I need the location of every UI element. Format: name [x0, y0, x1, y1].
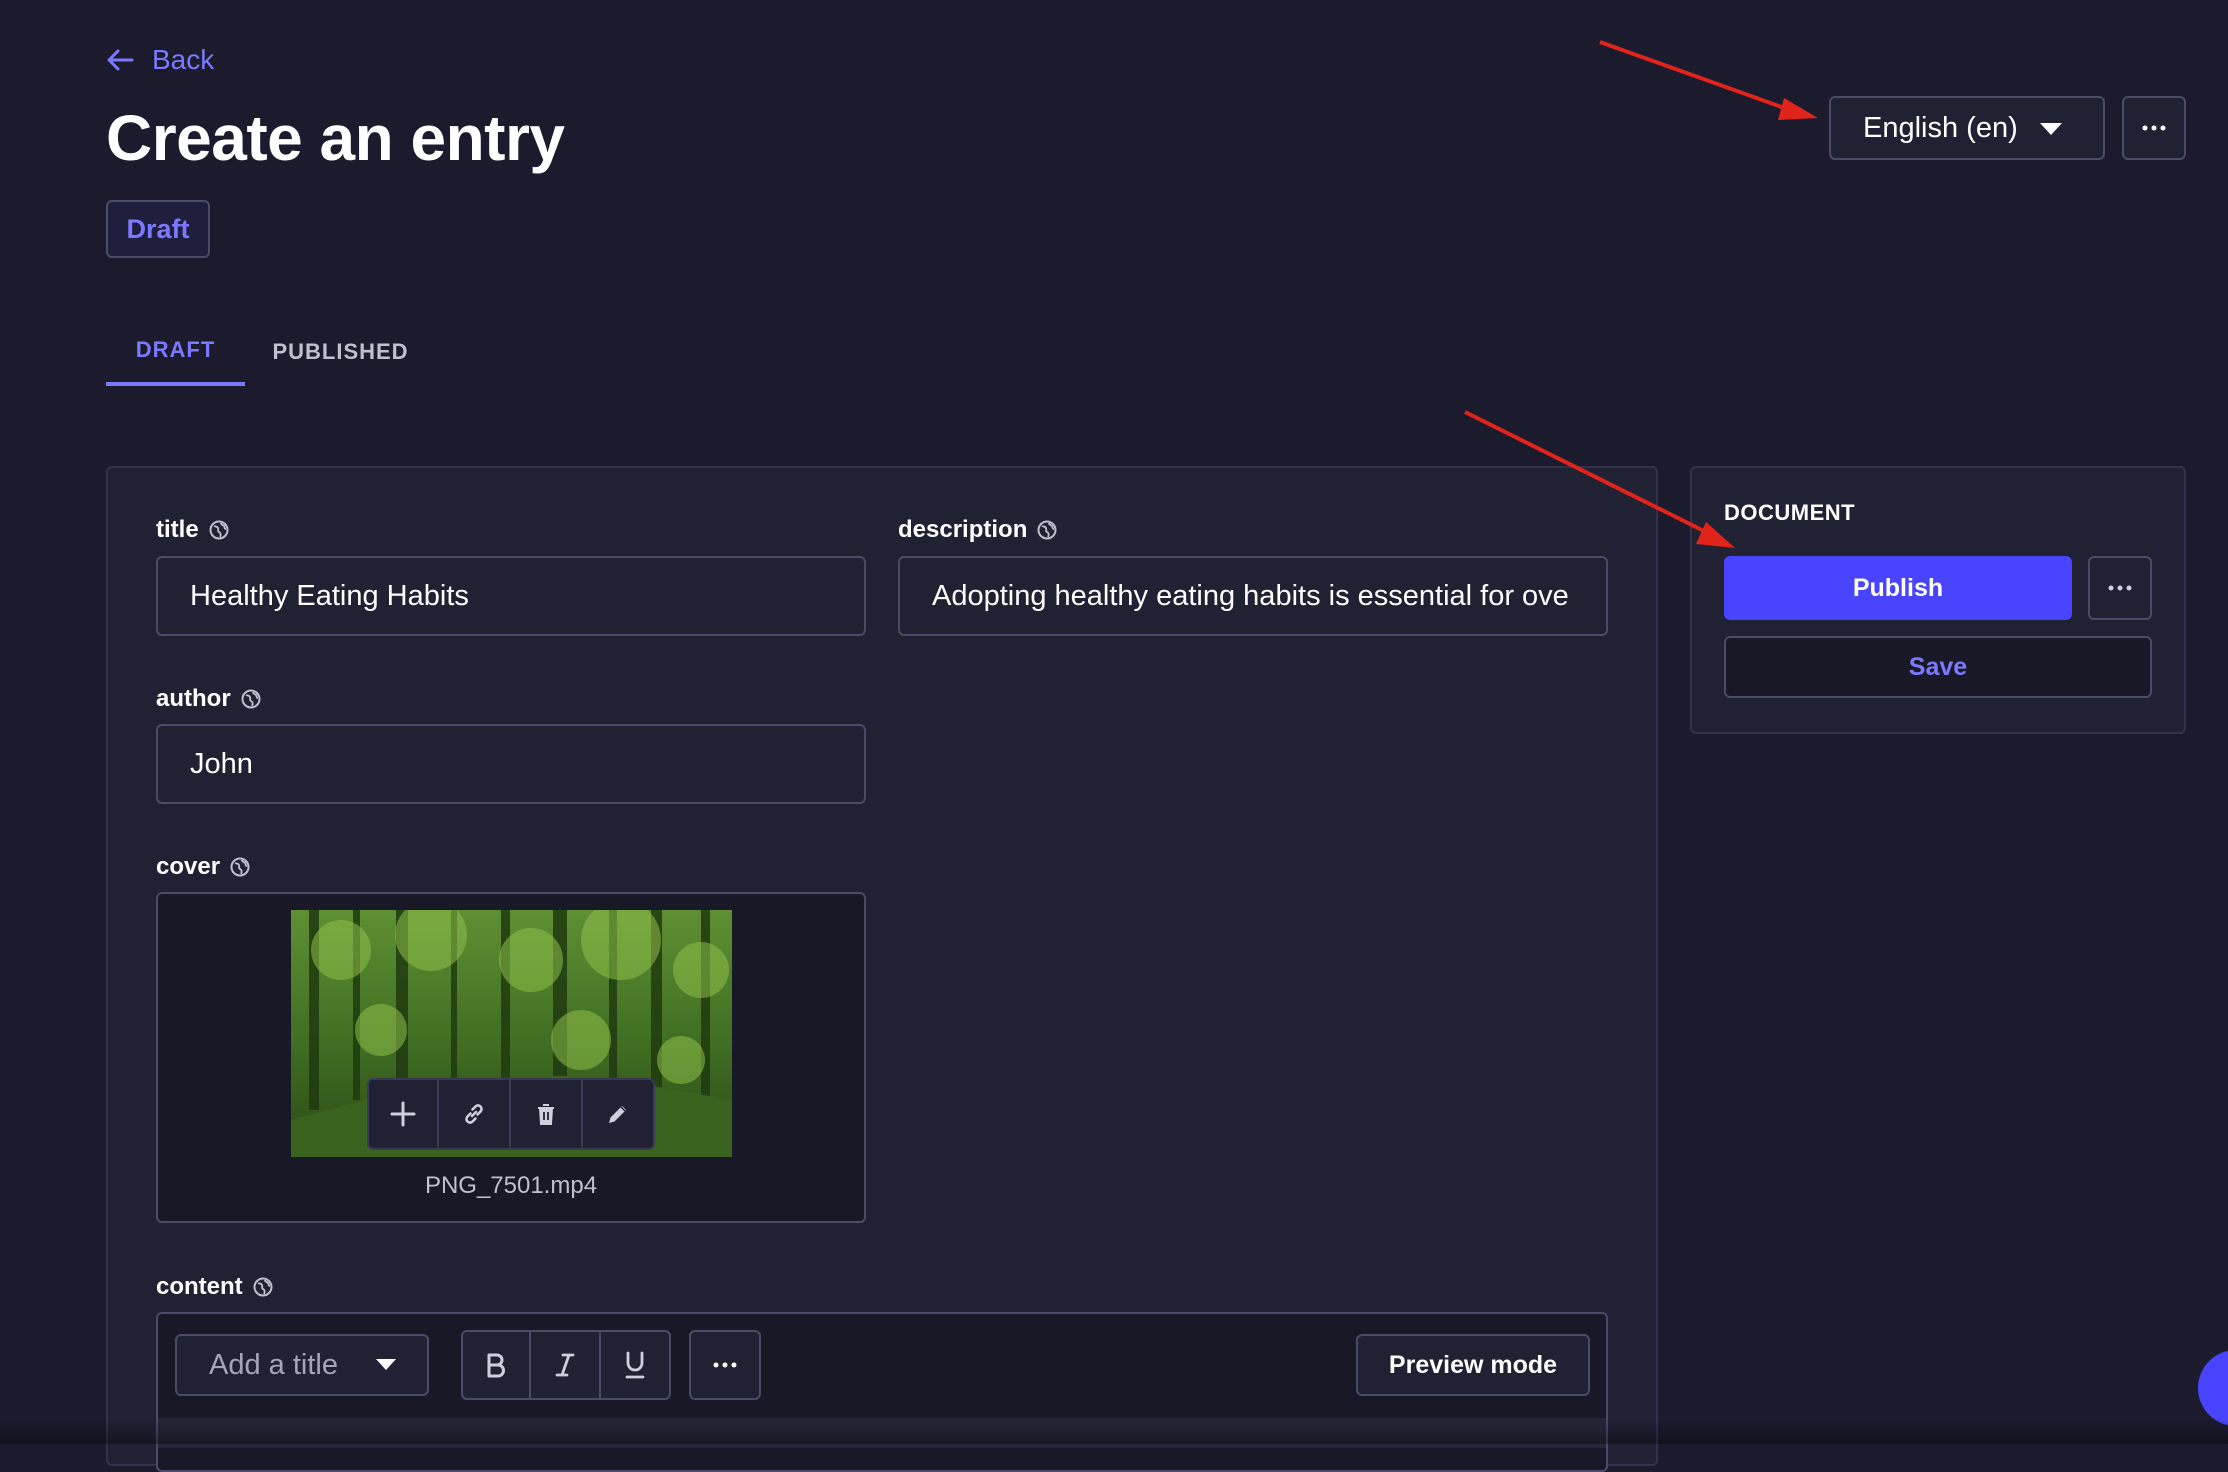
- tab-draft[interactable]: DRAFT: [106, 318, 245, 386]
- globe-icon: [209, 520, 229, 540]
- globe-icon: [241, 689, 261, 709]
- locale-select[interactable]: English (en): [1829, 96, 2105, 160]
- document-more-button[interactable]: [2088, 556, 2152, 620]
- content-label-text: content: [156, 1273, 243, 1300]
- heading-select[interactable]: Add a title: [175, 1334, 429, 1396]
- arrow-left-icon: [106, 48, 134, 72]
- trash-icon: [535, 1102, 557, 1126]
- format-button-group: [461, 1330, 671, 1400]
- document-panel-title: DOCUMENT: [1724, 500, 1856, 525]
- back-link[interactable]: Back: [106, 42, 214, 78]
- italic-icon: [554, 1352, 576, 1378]
- title-input[interactable]: Healthy Eating Habits: [156, 556, 866, 636]
- description-label: description: [898, 515, 1057, 545]
- underline-icon: [624, 1351, 646, 1379]
- title-label: title: [156, 515, 229, 545]
- publish-button[interactable]: Publish: [1724, 556, 2072, 620]
- bold-icon: [485, 1352, 507, 1378]
- status-badge: Draft: [106, 200, 210, 258]
- back-label: Back: [152, 44, 215, 75]
- link-icon: [461, 1101, 487, 1127]
- preview-mode-button[interactable]: Preview mode: [1356, 1334, 1590, 1396]
- save-button[interactable]: Save: [1724, 636, 2152, 698]
- header-more-button[interactable]: [2122, 96, 2186, 160]
- copy-link-button[interactable]: [439, 1078, 511, 1150]
- content-label: content: [156, 1272, 273, 1302]
- add-media-button[interactable]: [367, 1078, 439, 1150]
- author-label-text: author: [156, 685, 231, 712]
- globe-icon: [1037, 520, 1057, 540]
- page-title: Create an entry: [106, 102, 565, 174]
- format-more-button[interactable]: [689, 1330, 761, 1400]
- description-input[interactable]: Adopting healthy eating habits is essent…: [898, 556, 1608, 636]
- pencil-icon: [606, 1102, 630, 1126]
- description-label-text: description: [898, 516, 1028, 543]
- heading-select-value: Add a title: [209, 1348, 338, 1381]
- chevron-down-icon: [2039, 122, 2063, 136]
- chevron-down-icon: [375, 1358, 397, 1371]
- cover-filename: PNG_7501.mp4: [424, 1172, 598, 1199]
- locale-value: English (en): [1863, 111, 2018, 144]
- globe-icon: [253, 1277, 273, 1297]
- tab-published[interactable]: PUBLISHED: [258, 318, 423, 386]
- more-icon: [713, 1362, 737, 1368]
- cover-label-text: cover: [156, 853, 221, 880]
- cover-toolbar: [367, 1078, 655, 1150]
- author-label: author: [156, 684, 261, 714]
- globe-icon: [230, 857, 250, 877]
- italic-button[interactable]: [531, 1330, 601, 1400]
- bold-button[interactable]: [461, 1330, 531, 1400]
- cover-label: cover: [156, 852, 250, 882]
- help-chat-button[interactable]: [2198, 1350, 2228, 1426]
- title-label-text: title: [156, 516, 199, 543]
- more-icon: [2108, 585, 2132, 591]
- more-icon: [2142, 125, 2166, 131]
- author-input[interactable]: John: [156, 724, 866, 804]
- arrow-to-locale-icon: [1599, 40, 1818, 120]
- delete-media-button[interactable]: [511, 1078, 583, 1150]
- plus-icon: [390, 1101, 416, 1127]
- edit-media-button[interactable]: [583, 1078, 655, 1150]
- underline-button[interactable]: [601, 1330, 671, 1400]
